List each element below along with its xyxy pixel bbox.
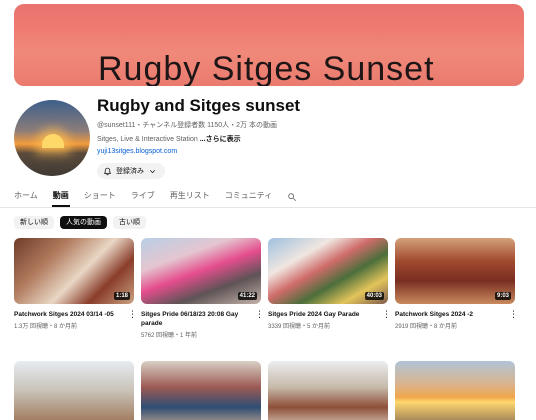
video-meta: 3339 回視聴・5 か月前 (268, 324, 331, 330)
description-text: Sitges, Live & Interactive Station (97, 136, 200, 143)
channel-title: Rugby and Sitges sunset (97, 96, 301, 115)
video-card[interactable]: 1:18 Patchwork Sitges 2024 03/14 -05 1.3… (14, 238, 137, 330)
more-options-icon[interactable]: ⋮ (128, 310, 137, 319)
video-title[interactable]: Sitges Pride 06/18/23 20:08 Gay parade (141, 310, 249, 328)
video-card[interactable]: 41:22 Sitges Pride 06/18/23 20:08 Gay pa… (141, 238, 264, 339)
video-thumbnail[interactable]: 41:22 (141, 238, 261, 304)
sort-chips: 新しい順 人気の動画 古い順 (14, 216, 146, 229)
channel-meta: @sunset111・チャンネル登録者数 1150人・2万 本の動画 (97, 122, 277, 129)
bell-icon (103, 167, 112, 175)
channel-description[interactable]: Sitges, Live & Interactive Station ...さら… (97, 134, 241, 144)
video-card[interactable]: 9:03 Patchwork Sitges 2024 -2 2919 回視聴・8… (395, 238, 518, 330)
chevron-down-icon (149, 169, 156, 173)
sunset-sun (42, 134, 64, 148)
tab-shorts[interactable]: ショート (84, 190, 116, 207)
video-title[interactable]: Patchwork Sitges 2024 -2 (395, 310, 503, 319)
channel-link[interactable]: yuji13sitges.blogspot.com (97, 148, 177, 155)
video-thumbnail[interactable]: 1:18 (14, 238, 134, 304)
video-thumbnail[interactable] (141, 361, 261, 420)
more-options-icon[interactable]: ⋮ (255, 310, 264, 319)
video-card[interactable] (395, 361, 515, 420)
video-thumbnail[interactable] (395, 361, 515, 420)
video-card[interactable] (268, 361, 388, 420)
video-title[interactable]: Patchwork Sitges 2024 03/14 -05 (14, 310, 122, 319)
video-card[interactable]: 40:03 Sitges Pride 2024 Gay Parade 3339 … (268, 238, 391, 330)
video-title[interactable]: Sitges Pride 2024 Gay Parade (268, 310, 376, 319)
tab-videos[interactable]: 動画 (51, 190, 70, 207)
banner-text: Rugby Sitges Sunset (98, 50, 435, 86)
video-duration: 9:03 (494, 292, 511, 300)
chip-oldest[interactable]: 古い順 (113, 216, 146, 229)
show-more-link[interactable]: ...さらに表示 (200, 136, 241, 143)
video-duration: 41:22 (237, 292, 257, 300)
tab-home[interactable]: ホーム (14, 190, 38, 207)
tabs-divider (0, 207, 536, 208)
channel-avatar[interactable] (14, 100, 90, 176)
channel-tabs: ホーム 動画 ショート ライブ 再生リスト コミュニティ (14, 190, 297, 207)
video-thumbnail[interactable] (14, 361, 134, 420)
chip-newest[interactable]: 新しい順 (14, 216, 54, 229)
more-options-icon[interactable]: ⋮ (509, 310, 518, 319)
video-duration: 1:18 (113, 292, 130, 300)
search-icon[interactable] (287, 192, 297, 202)
channel-banner: Rugby Sitges Sunset (14, 4, 524, 86)
chip-popular[interactable]: 人気の動画 (60, 216, 107, 229)
video-thumbnail[interactable] (268, 361, 388, 420)
tab-community[interactable]: コミュニティ (225, 190, 273, 207)
video-card[interactable] (141, 361, 261, 420)
video-meta: 1.3万 回視聴・8 か月前 (14, 324, 78, 330)
video-meta: 2919 回視聴・8 か月前 (395, 324, 458, 330)
subscribed-button[interactable]: 登録済み (97, 163, 165, 179)
video-thumbnail[interactable]: 40:03 (268, 238, 388, 304)
video-meta: 5762 回視聴・1 年前 (141, 333, 198, 339)
subscribe-label: 登録済み (116, 168, 144, 175)
more-options-icon[interactable]: ⋮ (382, 310, 391, 319)
video-thumbnail[interactable]: 9:03 (395, 238, 515, 304)
video-card[interactable] (14, 361, 134, 420)
tab-live[interactable]: ライブ (131, 190, 155, 207)
tab-playlists[interactable]: 再生リスト (170, 190, 210, 207)
video-duration: 40:03 (364, 292, 384, 300)
